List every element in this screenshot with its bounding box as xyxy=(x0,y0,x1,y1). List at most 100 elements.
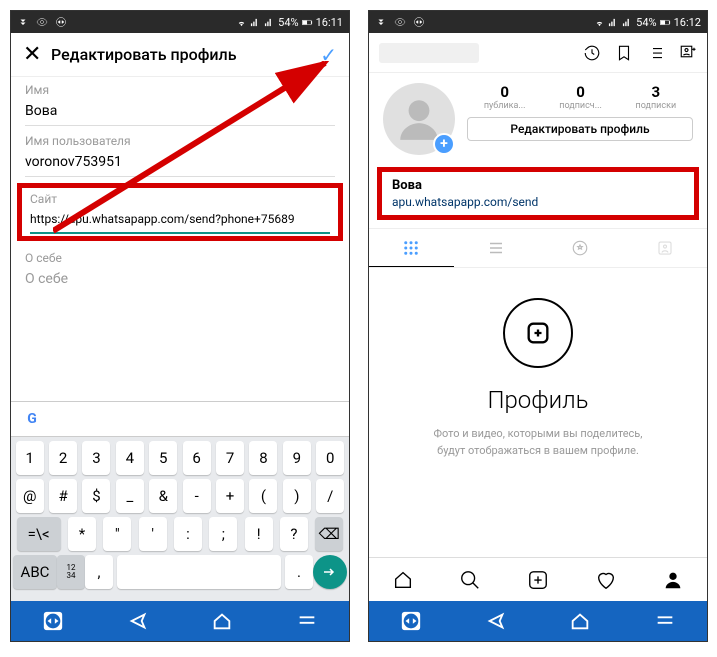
keyboard-key[interactable]: ) xyxy=(283,479,311,513)
teamviewer-nav-icon[interactable] xyxy=(400,610,422,632)
back-nav-icon[interactable] xyxy=(485,610,507,632)
phone-left-screenshot: 54% 16:11 ✕ Редактировать профиль ✓ Имя … xyxy=(10,10,350,642)
grid-icon xyxy=(402,239,420,257)
keyboard-key[interactable]: 4 xyxy=(116,441,144,475)
keyboard-key[interactable]: ? xyxy=(280,517,308,551)
battery-icon xyxy=(660,17,671,28)
keyboard-key[interactable]: 0 xyxy=(316,441,344,475)
keyboard-comma-key[interactable]: , xyxy=(85,555,113,589)
keyboard-key[interactable]: 7 xyxy=(216,441,244,475)
profile-tab-icon[interactable] xyxy=(662,569,684,591)
home-nav-icon[interactable] xyxy=(211,610,233,632)
keyboard-key[interactable]: # xyxy=(49,479,77,513)
eye-icon xyxy=(35,16,49,28)
teamviewer-icon xyxy=(413,16,425,28)
signal-icon xyxy=(250,17,261,28)
android-nav-bar xyxy=(11,601,349,641)
signal-icon xyxy=(608,17,619,28)
profile-stats: 0публика... 0подписч... 3подписки Редакт… xyxy=(467,83,693,155)
username-label: Имя пользователя xyxy=(25,134,335,148)
keyboard-row-3: =\<*"':;!?⌫ xyxy=(13,517,347,551)
stat-posts[interactable]: 0публика... xyxy=(484,83,526,111)
list-tab[interactable] xyxy=(454,229,539,267)
tagged-tab[interactable] xyxy=(538,229,623,267)
keyboard-key[interactable]: =\< xyxy=(17,517,61,551)
keyboard-key[interactable]: 6 xyxy=(183,441,211,475)
name-field-section: Имя Вова xyxy=(11,77,349,128)
home-tab-icon[interactable] xyxy=(392,569,414,591)
history-icon[interactable] xyxy=(583,44,601,62)
keyboard-dot-key[interactable]: . xyxy=(285,555,313,589)
signal-icon-2 xyxy=(622,17,633,28)
add-post-circle-icon[interactable] xyxy=(503,298,573,368)
edit-profile-button[interactable]: Редактировать профиль xyxy=(467,117,693,141)
keyboard-abc-key[interactable]: ABC xyxy=(13,555,57,589)
star-circle-icon xyxy=(571,239,589,257)
keyboard-key[interactable]: ( xyxy=(249,479,277,513)
name-input[interactable]: Вова xyxy=(25,99,335,126)
keyboard-key[interactable]: _ xyxy=(116,479,144,513)
keyboard-key[interactable]: + xyxy=(216,479,244,513)
keyboard-row-4: ABC 1234 , . xyxy=(13,555,347,589)
recent-nav-icon[interactable] xyxy=(296,610,318,632)
add-story-icon[interactable]: + xyxy=(433,133,455,155)
keyboard-lang-key[interactable]: 1234 xyxy=(57,555,85,589)
battery-icon xyxy=(302,17,313,28)
teamviewer-icon xyxy=(55,16,67,28)
home-nav-icon[interactable] xyxy=(569,610,591,632)
keyboard-key[interactable]: 5 xyxy=(149,441,177,475)
site-input[interactable]: https://apu.whatsapapp.com/send?phone+75… xyxy=(30,208,330,234)
recent-nav-icon[interactable] xyxy=(654,610,676,632)
instagram-bottom-nav xyxy=(369,557,707,601)
keyboard-key[interactable]: 3 xyxy=(82,441,110,475)
keyboard-go-key[interactable] xyxy=(313,555,347,589)
eye-icon xyxy=(393,16,407,28)
tag-person-icon xyxy=(656,239,674,257)
keyboard-key[interactable]: ' xyxy=(139,517,167,551)
saved-tab[interactable] xyxy=(623,229,708,267)
battery-percent: 54% xyxy=(278,16,298,29)
keyboard-key[interactable]: ; xyxy=(209,517,237,551)
discover-people-icon[interactable] xyxy=(679,44,697,62)
search-tab-icon[interactable] xyxy=(459,569,481,591)
keyboard-key[interactable]: ! xyxy=(245,517,273,551)
status-time: 16:11 xyxy=(316,16,343,29)
keyboard-key[interactable]: " xyxy=(103,517,131,551)
edit-profile-header: ✕ Редактировать профиль ✓ xyxy=(11,33,349,77)
keyboard-key[interactable]: 2 xyxy=(49,441,77,475)
close-icon[interactable]: ✕ xyxy=(23,42,51,67)
add-tab-icon[interactable] xyxy=(527,569,549,591)
avatar-wrap[interactable]: + xyxy=(383,83,455,155)
keyboard-key[interactable]: 1 xyxy=(16,441,44,475)
signal-icon-2 xyxy=(264,17,275,28)
stat-following[interactable]: 3подписки xyxy=(636,83,677,111)
keyboard-key[interactable]: $ xyxy=(82,479,110,513)
keyboard-key[interactable]: / xyxy=(316,479,344,513)
keyboard-key[interactable]: 8 xyxy=(249,441,277,475)
keyboard-key[interactable]: & xyxy=(149,479,177,513)
bookmark-icon[interactable] xyxy=(615,44,633,62)
back-nav-icon[interactable] xyxy=(127,610,149,632)
google-icon[interactable]: G xyxy=(21,408,43,430)
heart-tab-icon[interactable] xyxy=(595,569,617,591)
wifi-icon xyxy=(236,17,247,28)
bio-link[interactable]: apu.whatsapapp.com/send xyxy=(392,195,684,209)
keyboard-suggestion-bar: G xyxy=(11,401,349,437)
keyboard-key[interactable]: @ xyxy=(16,479,44,513)
teamviewer-nav-icon[interactable] xyxy=(42,610,64,632)
about-input[interactable]: О себе xyxy=(25,267,335,293)
stat-followers[interactable]: 0подписч... xyxy=(559,83,602,111)
grid-tab[interactable] xyxy=(369,229,454,267)
list-icon[interactable] xyxy=(647,44,665,62)
status-time: 16:12 xyxy=(674,16,701,29)
username-input[interactable]: voronov753951 xyxy=(25,150,335,177)
confirm-check-icon[interactable]: ✓ xyxy=(320,43,337,67)
keyboard-key[interactable]: ⌫ xyxy=(315,517,343,551)
keyboard-space-key[interactable] xyxy=(117,555,281,589)
keyboard-key[interactable]: : xyxy=(174,517,202,551)
username-dropdown[interactable] xyxy=(379,43,479,63)
keyboard-key[interactable]: 9 xyxy=(283,441,311,475)
keyboard-key[interactable]: * xyxy=(68,517,96,551)
keyboard-key[interactable]: - xyxy=(183,479,211,513)
wifi-icon xyxy=(594,17,605,28)
